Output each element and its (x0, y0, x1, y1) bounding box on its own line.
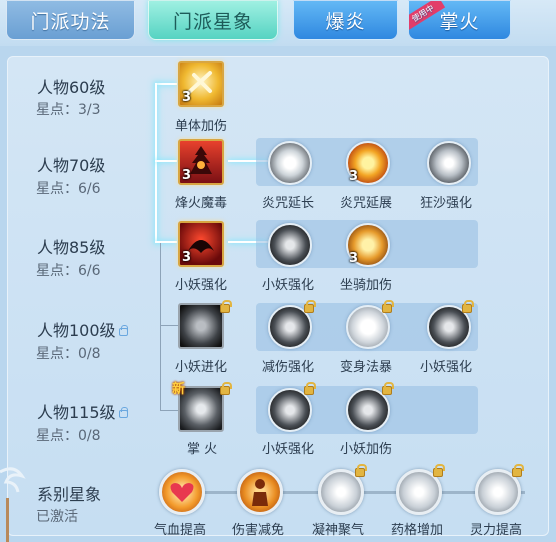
lock-icon (462, 300, 474, 313)
skill-label: 小妖加伤 (340, 442, 393, 457)
skill-beacon-poison[interactable]: 3 (178, 139, 224, 185)
skill-label: 单体加伤 (175, 119, 228, 134)
row-level-text: 人物115级 (37, 403, 116, 422)
row-level-label: 人物100级 (37, 317, 128, 341)
skill-label: 小妖强化 (262, 278, 315, 293)
tab-bar: 门派功法 门派星象 爆炎 使用中 掌火 (0, 0, 556, 46)
warrior-icon (252, 479, 268, 506)
series-status: 已激活 (36, 509, 78, 525)
lock-icon (433, 464, 445, 477)
tab-label: 掌火 (439, 10, 480, 33)
row-level-label: 人物60级 (37, 78, 106, 97)
row-star-count: 星点：6/6 (36, 263, 101, 279)
skill-count: 3 (182, 90, 192, 105)
lock-icon (220, 382, 232, 395)
lock-icon (118, 406, 128, 418)
locked-connector (160, 410, 178, 411)
locked-connector (160, 325, 178, 326)
skill-mount-damage[interactable]: 3 (346, 223, 390, 267)
lock-icon (304, 300, 316, 313)
row-level-label: 人物85级 (37, 238, 106, 257)
skill-label: 减伤强化 (262, 360, 315, 375)
series-label: 气血提高 (154, 523, 207, 538)
skill-count: 3 (349, 251, 359, 266)
skill-label: 变身法暴 (340, 360, 393, 375)
row-level-label: 人物115级 (37, 399, 128, 423)
glow-connector (155, 241, 177, 243)
lock-icon (382, 300, 394, 313)
skill-label: 烽火魔毒 (175, 196, 228, 211)
skill-count: 3 (182, 250, 192, 265)
glow-connector (155, 83, 157, 243)
skill-label: 小妖强化 (262, 442, 315, 457)
skill-label: 小妖强化 (175, 278, 228, 293)
lock-icon (118, 324, 128, 336)
skill-imp-evolve[interactable] (178, 303, 224, 349)
skill-label: 小妖强化 (420, 360, 473, 375)
series-title: 系别星象 (37, 485, 102, 504)
row-level-text: 人物100级 (37, 321, 116, 340)
series-damage-reduction[interactable] (237, 469, 283, 515)
series-vitality[interactable] (159, 469, 205, 515)
skill-label: 坐骑加伤 (340, 278, 393, 293)
series-label: 凝神聚气 (312, 523, 365, 538)
series-label: 灵力提高 (470, 523, 523, 538)
row-star-count: 星点：0/8 (36, 346, 101, 362)
lock-icon (355, 464, 367, 477)
skill-label: 掌 火 (187, 442, 218, 457)
skill-curse-spread[interactable]: 3 (346, 141, 390, 185)
skill-label: 狂沙强化 (420, 196, 473, 211)
skill-sandstorm-boost[interactable] (427, 141, 471, 185)
skill-label: 小妖进化 (175, 360, 228, 375)
tab-label: 爆炎 (325, 10, 366, 33)
row-star-count: 星点：6/6 (36, 181, 101, 197)
skill-imp-boost[interactable]: 3 (178, 221, 224, 267)
tab-label: 门派星象 (172, 10, 253, 33)
skill-imp-boost-sub[interactable] (268, 223, 312, 267)
series-label: 伤害减免 (232, 523, 285, 538)
lock-icon (220, 300, 232, 313)
row-star-count: 星点：0/8 (36, 428, 101, 444)
row-star-count: 星点：3/3 (36, 102, 101, 118)
glow-connector (155, 160, 177, 162)
star-panel (7, 56, 549, 536)
lock-icon (382, 382, 394, 395)
skill-count: 3 (182, 168, 192, 183)
lock-icon (304, 382, 316, 395)
heart-icon (170, 483, 194, 502)
locked-connector (160, 243, 161, 411)
tab-blaze[interactable]: 爆炎 (293, 0, 398, 40)
skill-curse-extend[interactable] (268, 141, 312, 185)
row-level-label: 人物70级 (37, 156, 106, 175)
tab-palm-fire[interactable]: 使用中 掌火 (408, 0, 511, 40)
skill-single-damage[interactable]: 3 (178, 61, 224, 107)
tab-sect-stars[interactable]: 门派星象 (148, 0, 278, 40)
lock-icon (512, 464, 524, 477)
tab-sect-skills[interactable]: 门派功法 (6, 0, 135, 40)
series-label: 药格增加 (391, 523, 444, 538)
skill-label: 炎咒延展 (340, 196, 393, 211)
skill-label: 炎咒延长 (262, 196, 315, 211)
tab-label: 门派功法 (30, 10, 111, 33)
skill-count: 3 (349, 169, 359, 184)
glow-connector (155, 83, 177, 85)
cloud-ornament (0, 462, 30, 542)
new-badge: 新 (172, 382, 186, 397)
